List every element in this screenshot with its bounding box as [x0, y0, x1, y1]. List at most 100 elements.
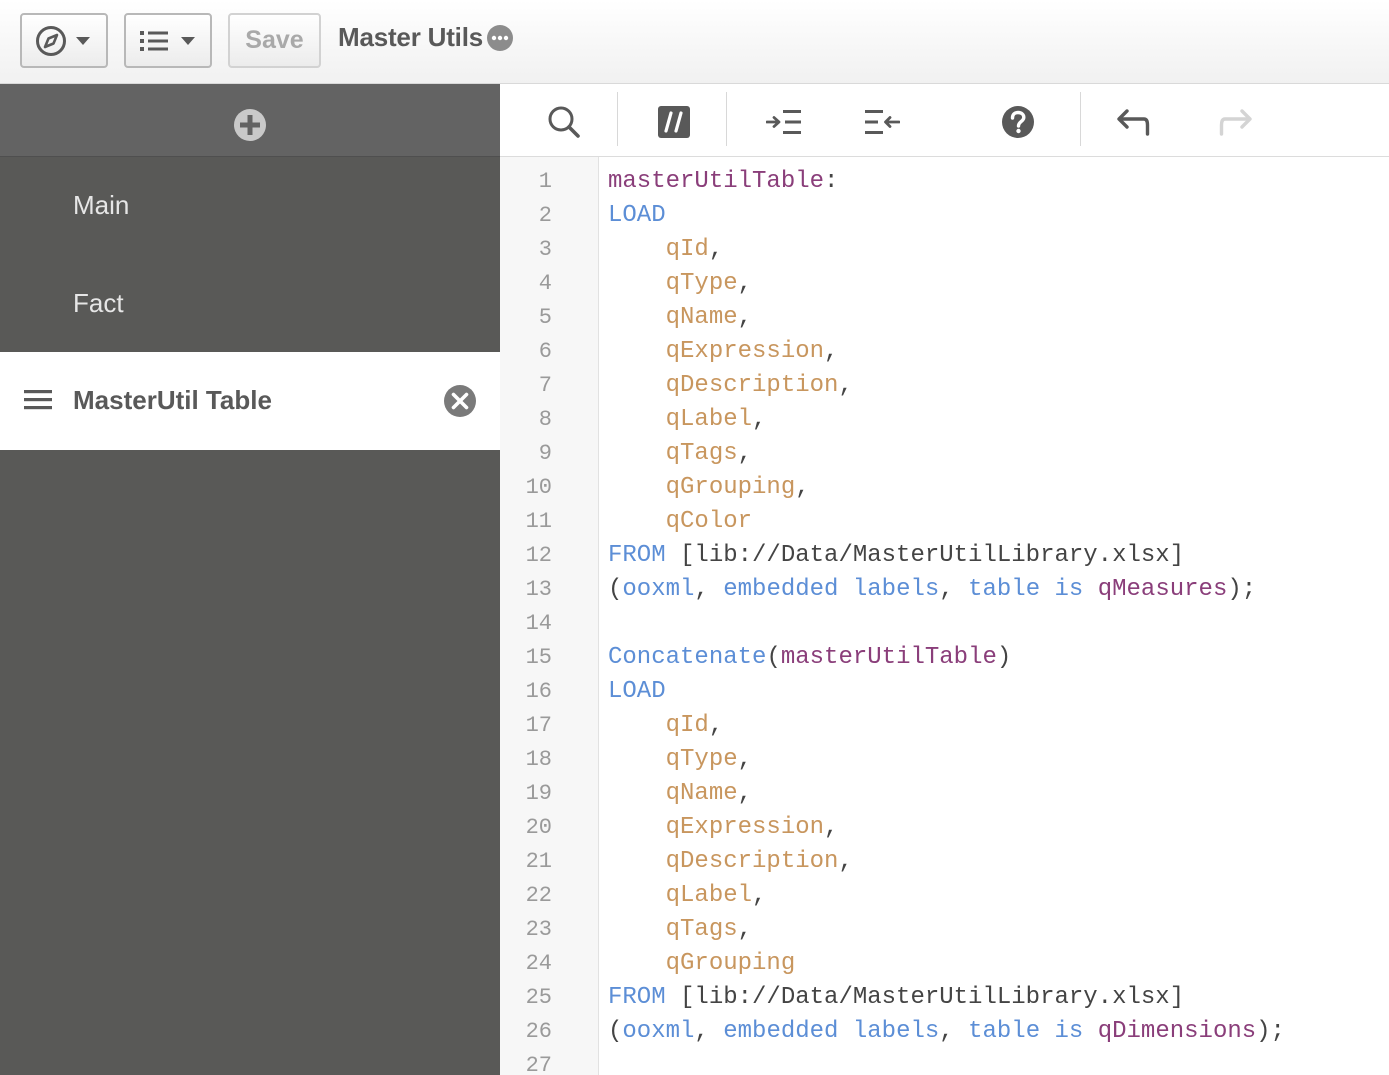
- code-line[interactable]: qTags,: [608, 913, 752, 947]
- code-token: ,: [737, 780, 753, 807]
- code-line[interactable]: qExpression,: [608, 811, 839, 845]
- code-token: table is: [968, 576, 1084, 603]
- line-number: 2: [538, 203, 552, 228]
- code-token: qName: [665, 780, 738, 807]
- code-token: FROM: [608, 984, 666, 1011]
- code-line[interactable]: Concatenate(masterUtilTable): [608, 641, 1011, 675]
- save-button[interactable]: Save: [228, 13, 321, 68]
- code-token: qLabel: [665, 406, 753, 433]
- section-fact[interactable]: Fact: [0, 255, 500, 353]
- section-main[interactable]: Main: [0, 157, 500, 255]
- outdent-button[interactable]: [862, 102, 902, 142]
- code-line[interactable]: qType,: [608, 267, 752, 301]
- comment-button[interactable]: [654, 102, 694, 142]
- chevron-down-icon: [181, 36, 195, 45]
- code-line[interactable]: qName,: [608, 301, 752, 335]
- navigation-button[interactable]: [20, 13, 108, 68]
- code-token: ,: [708, 236, 724, 263]
- indent-icon: [766, 110, 801, 134]
- code-line[interactable]: qGrouping,: [608, 471, 810, 505]
- section-masterutil-table[interactable]: MasterUtil Table: [0, 352, 500, 450]
- code-token: ,: [737, 746, 753, 773]
- code-line[interactable]: qGrouping: [608, 947, 796, 981]
- section-label: Main: [73, 190, 130, 220]
- code-token: ,: [708, 712, 724, 739]
- code-token: );: [1227, 576, 1257, 603]
- code-line[interactable]: qLabel,: [608, 879, 767, 913]
- code-line[interactable]: LOAD: [608, 199, 666, 233]
- code-line[interactable]: qDescription,: [608, 369, 853, 403]
- line-number: 7: [538, 373, 552, 398]
- code-token: qGrouping: [665, 950, 796, 977]
- comment-icon: [658, 106, 690, 138]
- drag-handle-icon[interactable]: [24, 389, 52, 411]
- section-label: MasterUtil Table: [73, 385, 272, 415]
- redo-button[interactable]: [1216, 102, 1256, 142]
- code-line[interactable]: qLabel,: [608, 403, 767, 437]
- code-token: qType: [665, 270, 738, 297]
- code-token: ,: [737, 916, 753, 943]
- code-line[interactable]: FROM [lib://Data/MasterUtilLibrary.xlsx]: [608, 981, 1184, 1015]
- code-line[interactable]: qName,: [608, 777, 752, 811]
- code-token: [lib://Data/MasterUtilLibrary.xlsx]: [665, 542, 1185, 569]
- code-line[interactable]: qTags,: [608, 437, 752, 471]
- code-token: ,: [838, 372, 853, 399]
- code-line[interactable]: (ooxml, embedded labels, table is qDimen…: [608, 1015, 1285, 1049]
- sheet-menu-button[interactable]: [124, 13, 212, 68]
- code-token: ,: [838, 848, 853, 875]
- code-token: ,: [752, 882, 767, 909]
- code-token: (: [766, 644, 781, 671]
- code-line[interactable]: (ooxml, embedded labels, table is qMeasu…: [608, 573, 1256, 607]
- code-line[interactable]: qColor: [608, 505, 752, 539]
- code-token: masterUtilTable: [608, 168, 825, 195]
- code-token: qId: [665, 236, 709, 263]
- line-number: 13: [525, 577, 552, 602]
- line-number: 20: [525, 815, 552, 840]
- indent-button[interactable]: [764, 102, 804, 142]
- more-icon[interactable]: [486, 24, 514, 52]
- code-line[interactable]: qDescription,: [608, 845, 853, 879]
- code-token: ,: [737, 304, 753, 331]
- code-token: LOAD: [608, 678, 666, 705]
- code-token: ,: [939, 1018, 969, 1045]
- code-token: [lib://Data/MasterUtilLibrary.xlsx]: [665, 984, 1185, 1011]
- code-token: ,: [752, 406, 767, 433]
- undo-icon: [1117, 109, 1150, 136]
- code-line[interactable]: masterUtilTable:: [608, 165, 838, 199]
- search-button[interactable]: [544, 102, 584, 142]
- app-title: Master Utils: [338, 22, 483, 52]
- line-number: 4: [538, 271, 552, 296]
- undo-button[interactable]: [1113, 102, 1153, 142]
- code-line[interactable]: LOAD: [608, 675, 666, 709]
- code-line[interactable]: qType,: [608, 743, 752, 777]
- compass-icon: [36, 25, 90, 56]
- code-line[interactable]: qId,: [608, 709, 724, 743]
- script-editor[interactable]: masterUtilTable: LOAD qId, qType, qName, …: [600, 157, 1389, 1075]
- code-line[interactable]: qId,: [608, 233, 724, 267]
- code-token: :: [824, 168, 839, 195]
- close-icon[interactable]: [443, 384, 477, 418]
- line-number: 8: [538, 407, 552, 432]
- code-token: );: [1256, 1018, 1285, 1045]
- help-button[interactable]: [998, 102, 1038, 142]
- code-token: ,: [824, 338, 839, 365]
- code-token: ): [996, 644, 1012, 671]
- code-token: (: [608, 1018, 623, 1045]
- toolbar-divider: [726, 92, 727, 146]
- code-line[interactable]: qExpression,: [608, 335, 839, 369]
- toolbar-divider: [617, 92, 618, 146]
- code-line[interactable]: FROM [lib://Data/MasterUtilLibrary.xlsx]: [608, 539, 1184, 573]
- code-token: qExpression: [665, 338, 825, 365]
- plus-circle-icon[interactable]: [233, 108, 267, 142]
